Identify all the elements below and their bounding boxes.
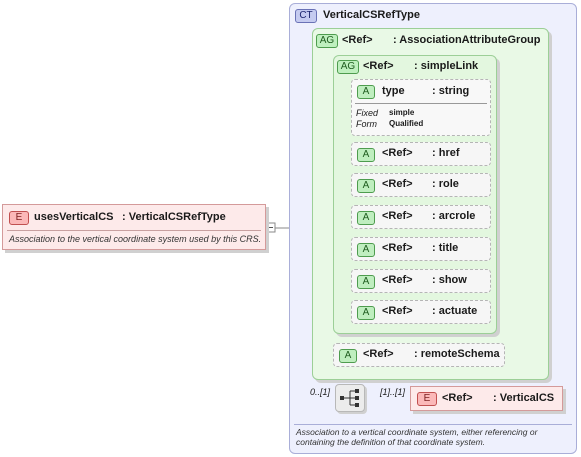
attribute-icon: A xyxy=(357,179,375,193)
fixed-value: simple xyxy=(389,108,415,117)
complex-type-icon: CT xyxy=(295,9,317,23)
complex-type-doc: Association to a vertical coordinate sys… xyxy=(296,427,538,447)
element-icon: E xyxy=(9,211,29,225)
form-label: Form xyxy=(356,119,377,129)
form-value: Qualified xyxy=(389,119,424,128)
attribute-ref: <Ref> xyxy=(382,242,413,254)
attribute-name: : href xyxy=(432,147,460,159)
element-icon: E xyxy=(417,392,437,406)
attribute-type[interactable]: A type : string Fixed simple Form Qualif… xyxy=(351,79,491,136)
element-name: : VerticalCS xyxy=(493,392,555,404)
attribute-name: : remoteSchema xyxy=(414,348,500,360)
attribute-ref: <Ref> xyxy=(382,178,413,190)
attribute-icon: A xyxy=(357,306,375,320)
element-divider xyxy=(7,230,261,231)
attribute-ref: <Ref> xyxy=(382,305,413,317)
element-doc: Association to the vertical coordinate s… xyxy=(9,234,262,244)
sequence-occurrence: 0..[1] xyxy=(310,387,331,397)
element-type: : VerticalCSRefType xyxy=(122,211,226,223)
attribute-icon: A xyxy=(357,85,375,99)
attribute-show[interactable]: A <Ref> : show xyxy=(351,269,491,293)
attribute-group-ref: <Ref> xyxy=(363,60,394,72)
attribute-group-icon: AG xyxy=(337,60,359,74)
attribute-ref: <Ref> xyxy=(382,210,413,222)
attribute-role[interactable]: A <Ref> : role xyxy=(351,173,491,197)
attribute-icon: A xyxy=(339,349,357,363)
attribute-title[interactable]: A <Ref> : title xyxy=(351,237,491,261)
attribute-group-name: : simpleLink xyxy=(414,60,479,72)
attribute-name: : title xyxy=(432,242,459,254)
attribute-group-name: : AssociationAttributeGroup xyxy=(393,34,541,46)
attribute-name: : role xyxy=(432,178,459,190)
element-name: usesVerticalCS xyxy=(34,211,114,223)
attribute-divider xyxy=(355,103,487,104)
attribute-ref: <Ref> xyxy=(382,274,413,286)
attribute-icon: A xyxy=(357,275,375,289)
complex-type-name: VerticalCSRefType xyxy=(323,9,421,21)
complex-type-divider xyxy=(294,424,572,425)
fixed-label: Fixed xyxy=(356,108,379,118)
element-ref: <Ref> xyxy=(442,392,473,404)
element-vertical-cs[interactable]: E <Ref> : VerticalCS xyxy=(410,386,563,411)
attribute-name: type xyxy=(382,85,405,97)
attribute-icon: A xyxy=(357,148,375,162)
attribute-icon: A xyxy=(357,211,375,225)
attribute-icon: A xyxy=(357,243,375,257)
attribute-name: : show xyxy=(432,274,467,286)
attribute-arcrole[interactable]: A <Ref> : arcrole xyxy=(351,205,491,229)
attribute-type-value: : string xyxy=(432,85,470,97)
attribute-remote-schema[interactable]: A <Ref> : remoteSchema xyxy=(333,343,505,367)
sequence-compositor[interactable] xyxy=(335,384,365,412)
element-uses-vertical-cs[interactable]: E usesVerticalCS : VerticalCSRefType Ass… xyxy=(2,204,266,250)
attribute-href[interactable]: A <Ref> : href xyxy=(351,142,491,166)
sequence-icon xyxy=(340,389,359,407)
attribute-actuate[interactable]: A <Ref> : actuate xyxy=(351,300,491,324)
attribute-group-ref: <Ref> xyxy=(342,34,373,46)
attribute-name: : arcrole xyxy=(432,210,476,222)
attribute-group-icon: AG xyxy=(316,34,338,48)
child-occurrence: [1]..[1] xyxy=(380,387,406,397)
attribute-name: : actuate xyxy=(432,305,478,317)
attribute-ref: <Ref> xyxy=(363,348,394,360)
attribute-ref: <Ref> xyxy=(382,147,413,159)
